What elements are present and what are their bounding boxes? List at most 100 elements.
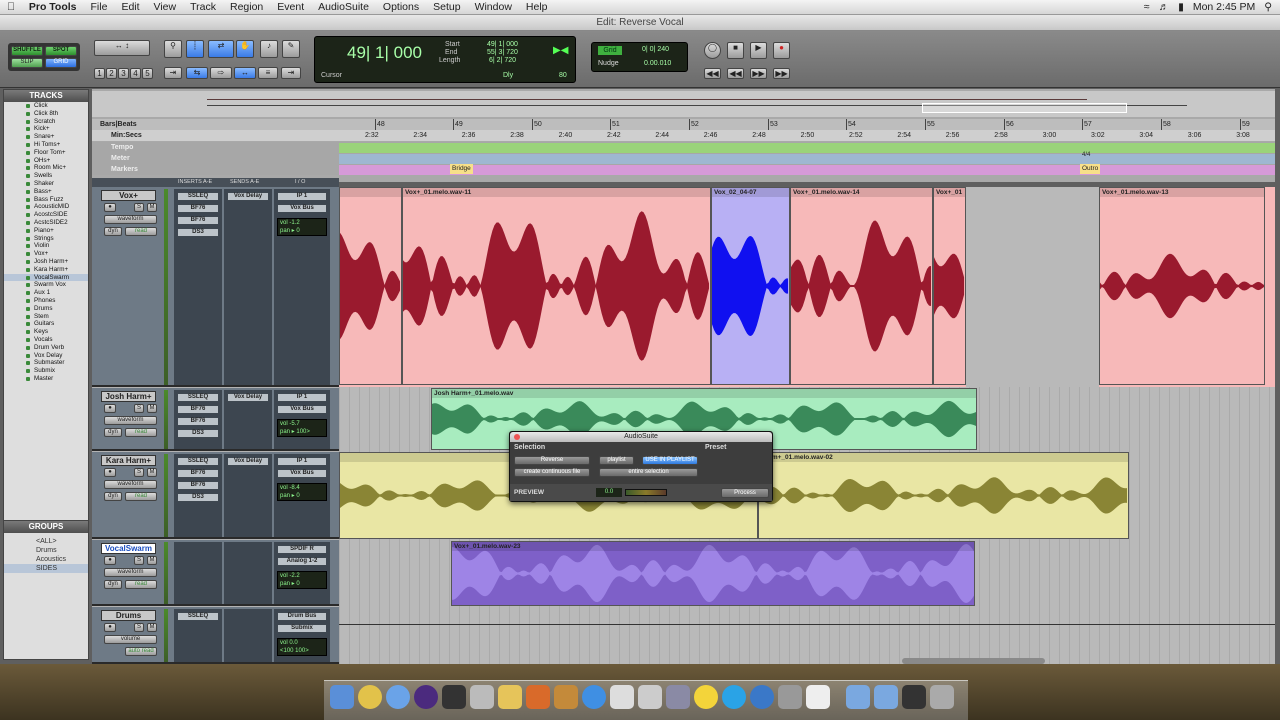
pan-value[interactable]: pan ▸ 0 <box>280 227 326 235</box>
insert-slot[interactable]: BF76 <box>177 204 219 213</box>
track-list-item[interactable]: Kara Harm+ <box>4 266 88 274</box>
track-list-item[interactable]: Bass Fuzz <box>4 196 88 204</box>
track-list-item[interactable]: VocalSwarm <box>4 273 88 282</box>
track-list-item[interactable]: Piano+ <box>4 227 88 235</box>
vol-pan-display[interactable]: vol -8.4 pan ▸ 0 <box>277 483 327 501</box>
track-list-item[interactable]: Phones <box>4 297 88 305</box>
solo-button[interactable]: S <box>134 556 144 565</box>
audio-region[interactable]: Vox+_01.melo.wav-23 <box>451 541 975 606</box>
track-list-item[interactable]: Strings <box>4 235 88 243</box>
plugin-selector[interactable]: Reverse <box>514 456 590 465</box>
overview-strip[interactable] <box>92 91 1275 117</box>
group-item[interactable]: SIDES <box>4 564 88 573</box>
mute-button[interactable]: M <box>147 623 157 632</box>
track-list-item[interactable]: Master <box>4 375 88 383</box>
meter-ruler[interactable]: Meter 4/4 <box>92 152 1275 164</box>
audio-region[interactable]: Harm+_01.melo.wav-02 <box>758 452 1129 539</box>
overview-view-box[interactable] <box>922 103 1127 113</box>
input-selector[interactable]: Drum Bus <box>277 612 327 621</box>
calculator-icon[interactable] <box>806 685 830 709</box>
output-selector[interactable]: Analog 1-2 <box>277 557 327 566</box>
itunes-icon[interactable] <box>582 685 606 709</box>
output-selector[interactable]: Vox Bus <box>277 405 327 414</box>
menu-view[interactable]: View <box>147 1 184 13</box>
track-list-item[interactable]: OHs+ <box>4 157 88 165</box>
marker-bridge[interactable]: Bridge <box>450 164 473 174</box>
record-enable-icon[interactable]: ● <box>104 556 116 565</box>
menu-help[interactable]: Help <box>519 1 555 13</box>
track-list-item[interactable]: Swarm Vox <box>4 281 88 289</box>
marker-outro[interactable]: Outro <box>1080 164 1101 174</box>
track-list-item[interactable]: Guitars <box>4 320 88 328</box>
track-list-item[interactable]: Josh Harm+ <box>4 258 88 266</box>
record-enable-icon[interactable]: ● <box>104 623 116 632</box>
audiosuite-titlebar[interactable]: AudioSuite <box>510 432 772 442</box>
menu-event[interactable]: Event <box>270 1 311 13</box>
finder-icon[interactable] <box>330 685 354 709</box>
trim-tool-icon[interactable]: ┊ <box>186 40 204 58</box>
track-header[interactable]: Josh Harm+ ● S Mwaveform dyn read SSLEQ BF76 BF7… <box>92 388 339 451</box>
mute-button[interactable]: M <box>147 404 157 413</box>
track-list-item[interactable]: AcousticMID <box>4 203 88 211</box>
track-name[interactable]: VocalSwarm <box>101 543 156 554</box>
processing-mode-selector[interactable]: entire selection <box>599 468 698 477</box>
playlist-area[interactable]: Vox+_01.melo.wav-11 Vox_02_04-07 Vox+_01.m… <box>339 187 1275 664</box>
volume-value[interactable]: vol -2.2 <box>280 572 326 580</box>
tab-to-transient-icon[interactable]: ⇥ <box>164 67 182 79</box>
track-list-item[interactable]: AcostcSIDE <box>4 211 88 219</box>
rewind-icon[interactable]: ◀◀ <box>727 68 744 79</box>
preview-icon[interactable] <box>610 685 634 709</box>
mute-button[interactable]: M <box>147 556 157 565</box>
fast-forward-icon[interactable]: ▶▶ <box>750 68 767 79</box>
guitar-app-icon[interactable] <box>666 685 690 709</box>
pencil-tool-icon[interactable]: ✎ <box>282 40 300 58</box>
solo-button[interactable]: S <box>134 623 144 632</box>
close-icon[interactable] <box>514 434 520 440</box>
process-button[interactable]: Process <box>721 488 769 498</box>
system-preferences-icon[interactable] <box>778 685 802 709</box>
insert-slot[interactable]: DS3 <box>177 429 219 438</box>
track-view-selector[interactable]: waveform <box>104 416 157 425</box>
track-list-item[interactable]: Swells <box>4 172 88 180</box>
keyboard-focus-icon[interactable]: ⇥ <box>281 67 301 79</box>
track-list-item[interactable]: Vocals <box>4 336 88 344</box>
cyberduck-icon[interactable] <box>694 685 718 709</box>
insertion-follows-icon[interactable]: ⇨ <box>210 67 232 79</box>
track-list-item[interactable]: Kick+ <box>4 125 88 133</box>
track-list-item[interactable]: Room Mic+ <box>4 164 88 172</box>
app-menu[interactable]: Pro Tools <box>22 1 84 13</box>
nudge-label[interactable]: Nudge <box>598 60 619 67</box>
dyn-button[interactable]: dyn <box>104 492 122 501</box>
volume-icon[interactable]: ♬ <box>1159 1 1170 13</box>
insert-slot[interactable]: BF76 <box>177 481 219 490</box>
documents-folder-icon[interactable] <box>874 685 898 709</box>
group-item[interactable]: Acoustics <box>4 555 88 564</box>
track-list-item[interactable]: Submix <box>4 367 88 375</box>
zoom-preset-4[interactable]: 4 <box>130 68 141 79</box>
utility-icon[interactable] <box>638 685 662 709</box>
pan-value[interactable]: pan ▸ 0 <box>280 580 326 588</box>
group-item[interactable]: Drums <box>4 546 88 555</box>
track-name[interactable]: Vox+ <box>101 190 156 201</box>
go-to-end-icon[interactable]: ▶▶ <box>773 68 790 79</box>
audio-region[interactable] <box>339 187 402 385</box>
tempo-value[interactable]: 80 <box>559 72 567 79</box>
spotlight-icon[interactable]: ⚲ <box>1264 1 1272 13</box>
music-folder-icon[interactable] <box>902 685 926 709</box>
input-selector[interactable]: IP 1 <box>277 192 327 201</box>
file-mode-selector[interactable]: create continuous file <box>514 468 590 477</box>
track-list-item[interactable]: Shaker <box>4 180 88 188</box>
vol-pan-display[interactable]: vol -2.2 pan ▸ 0 <box>277 571 327 589</box>
track-list-item[interactable]: Click 8th <box>4 110 88 118</box>
markers-ruler[interactable]: Markers Bridge Outro <box>92 164 1275 175</box>
pan-value[interactable]: pan ▸ 100> <box>280 428 326 436</box>
pro-tools-icon[interactable] <box>414 685 438 709</box>
clock[interactable]: Mon 2:45 PM <box>1193 1 1255 13</box>
apple-icon[interactable]:  <box>0 1 22 13</box>
mixer-icon[interactable] <box>442 685 466 709</box>
end-value[interactable]: 55| 3| 720 <box>487 49 518 56</box>
zoom-preset-2[interactable]: 2 <box>106 68 117 79</box>
grid-value[interactable]: 0| 0| 240 <box>642 46 669 53</box>
automation-mode-selector[interactable]: read <box>125 492 157 501</box>
audio-region[interactable]: Vox+_01.melo.wav-13 <box>1099 187 1265 385</box>
